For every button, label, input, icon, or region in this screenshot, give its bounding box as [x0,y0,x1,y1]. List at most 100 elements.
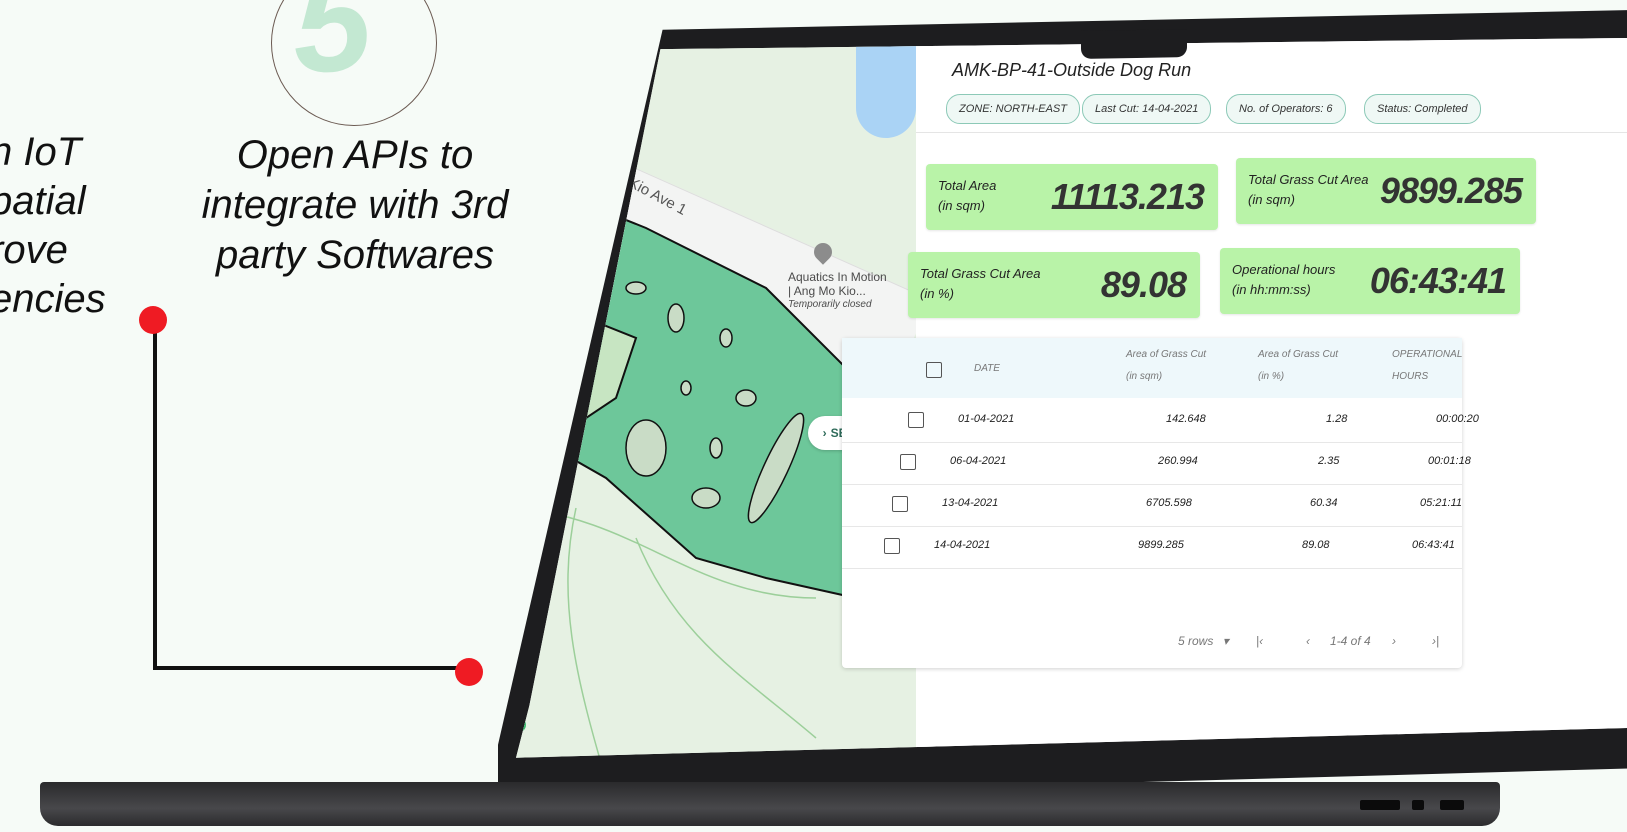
card-label: Total Grass Cut Area (in %) [920,264,1040,304]
grass-cut-table: DATE Area of Grass Cut (in sqm) Area of … [842,338,1479,668]
page-range: 1-4 of 4 [1330,634,1371,648]
cell-area-sqm: 260.994 [1158,455,1198,467]
view-toggle-label: w [630,67,638,79]
left-caption-line: rove [0,228,68,272]
row-checkbox[interactable] [892,496,908,512]
cell-area-sqm: 142.648 [1166,413,1206,425]
operators-chip: No. of Operators: 6 [1226,94,1346,124]
cell-area-percent: 1.28 [1326,413,1348,425]
first-page-icon: |‹ [1256,634,1264,648]
cell-area-sqm: 6705.598 [1146,497,1192,509]
cell-date: 06-04-2021 [950,455,1007,467]
table-row[interactable]: 13-04-2021 6705.598 60.34 05:21:11 [842,484,1462,527]
apis-caption: Open APIs to integrate with 3rd party So… [180,130,530,280]
table-header: DATE Area of Grass Cut (in sqm) Area of … [842,338,1462,398]
table-row[interactable]: 06-04-2021 260.994 2.35 00:01:18 [842,442,1471,485]
header-date[interactable]: DATE [974,358,1000,380]
header-area-percent-line2: (in %) [1258,371,1285,382]
chevron-right-icon: › [1392,634,1396,648]
card-value: 9899.285 [1379,170,1523,211]
chevron-down-icon: ▾ [1222,634,1229,648]
cell-area-percent: 60.34 [1310,497,1338,509]
poi-status: Temporarily closed [788,299,872,310]
last-page-button[interactable]: ›| [1432,634,1439,648]
cell-date: 14-04-2021 [934,539,991,551]
card-label: Total Area (in sqm) [938,176,996,216]
left-caption-line: n IoT [0,130,82,174]
detail-panel: AMK-BP-41-Outside Dog Run ZONE: NORTH-EA… [842,38,1627,758]
apis-caption-line: Open APIs to [236,133,474,177]
first-page-button[interactable]: |‹ [1256,634,1263,648]
header-divider [916,132,1627,133]
cell-hours: 00:01:18 [1428,455,1471,467]
card-label-unit: (in sqm) [938,198,985,213]
cell-date: 01-04-2021 [958,413,1015,425]
header-hours-line1: OPERATIONAL [1392,349,1463,360]
apis-caption-line: party Softwares [216,233,494,277]
chevron-left-icon: ‹ [1306,634,1310,648]
map-poi-label[interactable]: Aquatics In Motion | Ang Mo Kio... Tempo… [788,270,887,312]
header-area-percent[interactable]: Area of Grass Cut (in %) [1258,344,1338,388]
cell-hours: 00:00:20 [1436,413,1479,425]
camera-notch [1081,29,1187,59]
card-label-unit: (in sqm) [1248,192,1295,207]
table-row[interactable]: 01-04-2021 142.648 1.28 00:00:20 [842,400,1479,443]
connector-dot-start [139,306,167,334]
left-caption-line: patial [0,179,86,223]
select-all-checkbox[interactable] [926,362,942,378]
connector-dot-end [455,658,483,686]
header-area-sqm[interactable]: Area of Grass Cut (in sqm) [1126,344,1206,388]
card-label-unit: (in hh:mm:ss) [1232,282,1311,297]
card-label: Operational hours (in hh:mm:ss) [1232,260,1335,300]
step-number-circle: 5 [271,0,437,126]
left-caption-line: encies [0,277,106,321]
panel-title: AMK-BP-41-Outside Dog Run [952,60,1192,80]
header-operational-hours[interactable]: OPERATIONAL HOURS [1392,344,1462,388]
status-chip: Status: Completed [1364,94,1481,124]
rows-per-page-select[interactable]: 5 rows ▾ [1178,634,1229,648]
card-label-title: Total Area [938,178,997,193]
rows-per-page-value: 5 rows [1178,634,1214,648]
cell-hours: 06:43:41 [1412,539,1455,551]
next-page-button[interactable]: › [1392,634,1396,648]
card-label-title: Total Grass Cut Area [920,266,1041,281]
row-checkbox[interactable] [900,454,916,470]
cell-area-percent: 89.08 [1302,539,1330,551]
step-number: 5 [294,0,372,101]
usb-port [1360,800,1400,810]
poi-name: Aquatics In Motion [788,270,887,284]
cell-date: 13-04-2021 [942,497,999,509]
header-area-sqm-line1: Area of Grass Cut [1126,349,1207,360]
magsafe-port [1412,800,1424,810]
row-checkbox[interactable] [884,538,900,554]
last-page-icon: ›| [1432,634,1440,648]
poi-subname: | Ang Mo Kio... [788,284,866,298]
header-hours-line2: HOURS [1392,371,1429,382]
laptop-base [40,782,1500,826]
hdmi-port [1440,800,1464,810]
total-area-card: Total Area (in sqm) 11113.213 [926,164,1218,230]
header-area-percent-line1: Area of Grass Cut [1258,349,1339,360]
laptop-screen: Kio Ave 1 Aquatics In Motion | Ang Mo Ki… [516,38,1627,758]
zone-chip: ZONE: NORTH-EAST [946,94,1080,124]
operational-hours-card: Operational hours (in hh:mm:ss) 06:43:41 [1220,248,1520,314]
cell-area-percent: 2.35 [1318,455,1340,467]
grass-cut-percent-card: Total Grass Cut Area (in %) 89.08 [908,252,1200,318]
card-label-unit: (in %) [920,286,954,301]
card-value: 11113.213 [1050,176,1205,217]
cell-area-sqm: 9899.285 [1138,539,1184,551]
card-label-title: Total Grass Cut Area [1248,172,1369,187]
prev-page-button[interactable]: ‹ [1306,634,1310,648]
table-row[interactable]: 14-04-2021 9899.285 89.08 06:43:41 [842,526,1462,569]
view-toggle-button[interactable]: w [616,56,652,90]
card-label: Total Grass Cut Area (in sqm) [1248,170,1368,210]
header-area-sqm-line2: (in sqm) [1126,371,1163,382]
row-checkbox[interactable] [908,412,924,428]
last-cut-chip: Last Cut: 14-04-2021 [1082,94,1212,124]
card-value: 06:43:41 [1369,260,1507,301]
cell-hours: 05:21:11 [1420,497,1463,509]
card-label-title: Operational hours [1232,262,1336,277]
grass-cut-area-card: Total Grass Cut Area (in sqm) 9899.285 [1236,158,1536,224]
left-caption: n IoT patial rove encies [0,128,106,324]
apis-caption-line: integrate with 3rd [201,183,509,227]
